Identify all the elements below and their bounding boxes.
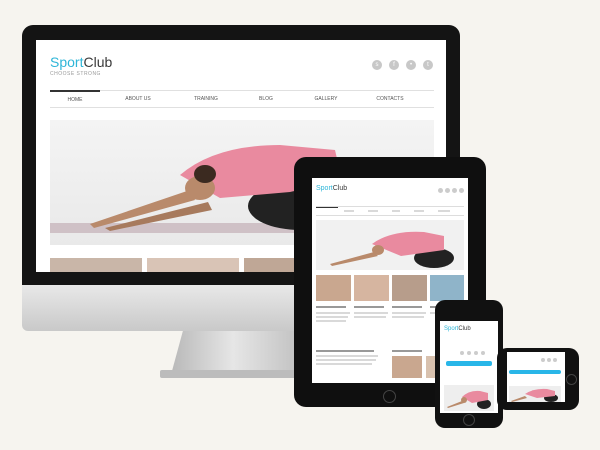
skype-icon[interactable]: s: [372, 60, 382, 70]
tablet-section-title: [392, 350, 422, 352]
phone-logo[interactable]: SportClub: [444, 326, 471, 332]
tablet-thumb[interactable]: [430, 275, 464, 301]
tablet-nav-home[interactable]: [316, 207, 338, 216]
tablet-text-line: [392, 312, 426, 314]
phone-landscape-hero-image: [509, 386, 561, 402]
phone-yoga-illustration: [447, 390, 491, 409]
ipad-home-button[interactable]: [383, 390, 396, 403]
phone-landscape-menu-select[interactable]: [509, 370, 561, 374]
nav-home[interactable]: HOME: [50, 90, 100, 108]
imac-stand: [172, 331, 308, 371]
tablet-gallery-thumb[interactable]: [392, 356, 422, 378]
phone-website-screen: SportClub: [440, 321, 498, 413]
skype-icon[interactable]: [438, 188, 443, 193]
logo-club: Club: [83, 54, 113, 70]
tablet-logo[interactable]: SportClub: [316, 185, 347, 192]
gallery-thumb[interactable]: [147, 258, 239, 272]
tablet-thumb[interactable]: [354, 275, 389, 301]
tablet-thumb[interactable]: [392, 275, 427, 301]
facebook-icon[interactable]: [445, 188, 450, 193]
gallery-thumb[interactable]: [50, 258, 142, 272]
phone-logo-sport: Sport: [444, 326, 459, 332]
tablet-hero-image: [316, 220, 464, 270]
nav-about-us[interactable]: ABOUT US: [108, 91, 168, 107]
tablet-thumb[interactable]: [316, 275, 351, 301]
tumblr-icon[interactable]: t: [423, 60, 433, 70]
tumblr-icon[interactable]: [481, 351, 485, 355]
skype-icon[interactable]: [460, 351, 464, 355]
flickr-icon[interactable]: •: [406, 60, 416, 70]
tablet-text-line: [316, 312, 350, 314]
flickr-icon[interactable]: [474, 351, 478, 355]
logo-sport: Sport: [50, 54, 84, 70]
tablet-text-line: [392, 316, 424, 318]
tablet-nav-item[interactable]: [414, 210, 424, 212]
tablet-column-title: [354, 306, 384, 308]
skype-icon[interactable]: [541, 358, 545, 362]
phone-menu-select[interactable]: [446, 361, 492, 366]
nav-gallery[interactable]: GALLERY: [296, 91, 356, 107]
site-tagline: CHOOSE STRONG: [50, 71, 101, 77]
nav-blog[interactable]: BLOG: [236, 91, 296, 107]
nav-contacts[interactable]: CONTACTS: [356, 91, 424, 107]
tablet-text-line: [316, 363, 372, 365]
tablet-text-line: [354, 316, 386, 318]
nav-training[interactable]: TRAINING: [176, 91, 236, 107]
facebook-icon[interactable]: [547, 358, 551, 362]
tablet-nav-item[interactable]: [344, 210, 354, 212]
tablet-logo-sport: Sport: [316, 185, 333, 192]
flickr-icon[interactable]: [452, 188, 457, 193]
phone-hero-image: [444, 385, 494, 411]
tumblr-icon[interactable]: [459, 188, 464, 193]
tablet-text-line: [354, 312, 388, 314]
tablet-nav-item[interactable]: [392, 210, 400, 212]
iphone-home-button[interactable]: [463, 414, 475, 426]
tablet-section-title: [316, 350, 374, 352]
phone-landscape-screen: [507, 352, 565, 402]
tablet-column-title: [316, 306, 346, 308]
tablet-yoga-illustration: [330, 231, 454, 268]
facebook-icon[interactable]: [467, 351, 471, 355]
tablet-text-line: [316, 316, 348, 318]
tablet-text-line: [316, 320, 346, 322]
tablet-logo-club: Club: [332, 185, 348, 192]
tablet-nav: [316, 206, 464, 216]
tablet-text-line: [316, 359, 376, 361]
tablet-text-line: [316, 355, 378, 357]
main-nav: HOME ABOUT US TRAINING BLOG GALLERY CONT…: [50, 90, 434, 108]
facebook-icon[interactable]: f: [389, 60, 399, 70]
site-logo[interactable]: SportClub: [50, 54, 112, 70]
iphone-landscape-home-button[interactable]: [566, 374, 577, 385]
phone-logo-club: Club: [458, 326, 471, 332]
tablet-nav-item[interactable]: [438, 210, 450, 212]
tablet-column-title: [392, 306, 422, 308]
phone-landscape-yoga-illustration: [511, 388, 558, 402]
flickr-icon[interactable]: [553, 358, 557, 362]
tablet-nav-item[interactable]: [368, 210, 378, 212]
